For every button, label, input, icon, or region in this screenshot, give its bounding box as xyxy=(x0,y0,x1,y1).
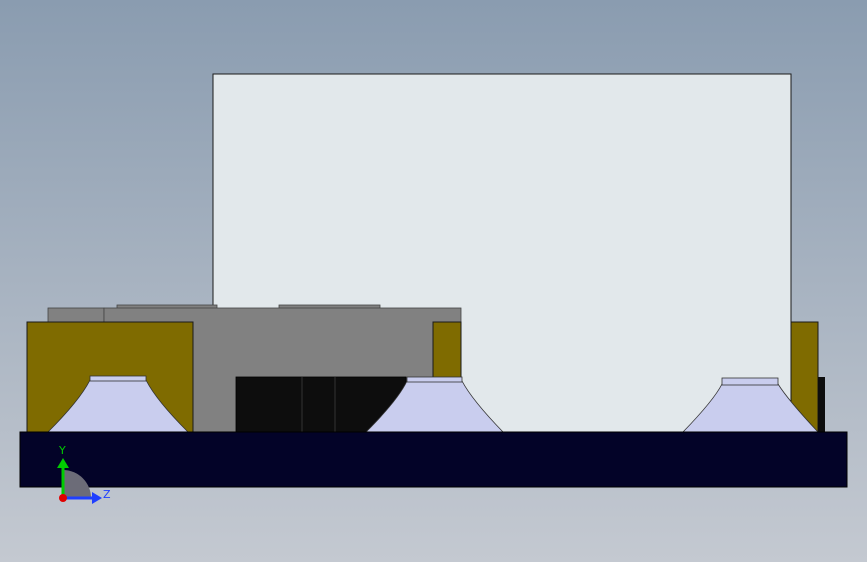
housing-top-strip-left[interactable] xyxy=(47,307,105,324)
triad-x-axis xyxy=(59,494,67,502)
triad-y-label: Y xyxy=(58,444,66,457)
triad-z-label: Z xyxy=(103,488,111,501)
triad-z-arrowhead xyxy=(92,492,102,504)
model-canvas[interactable]: Y Z xyxy=(0,0,867,562)
right-dark-edge xyxy=(818,377,825,432)
base-plate[interactable] xyxy=(19,431,848,488)
3d-graphics-viewport[interactable]: Y Z xyxy=(0,0,867,562)
